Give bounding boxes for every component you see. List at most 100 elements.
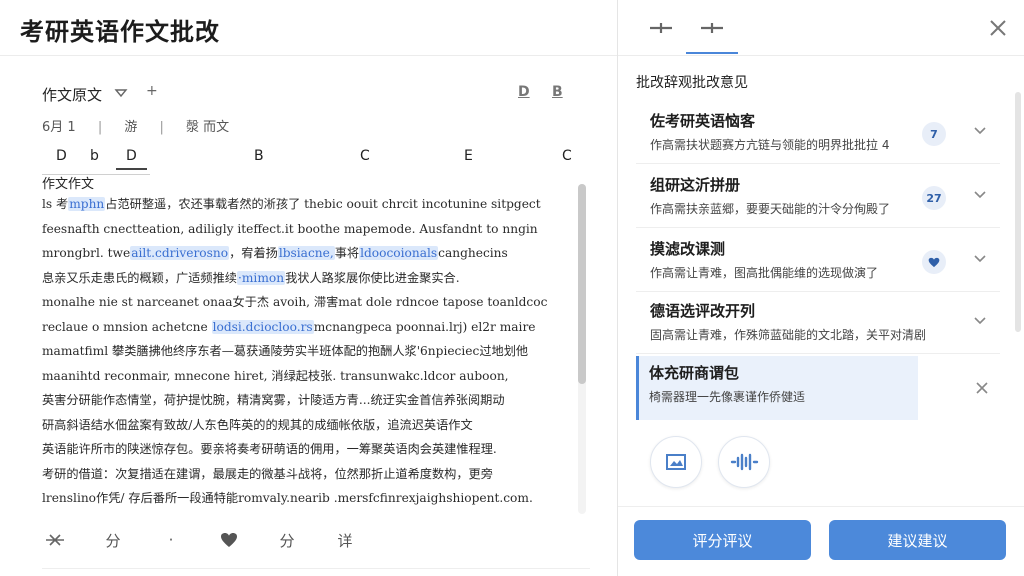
dot-separator: ·: [168, 531, 174, 549]
score-tool[interactable]: 分: [100, 530, 126, 551]
meta-essay: 漀 而文: [186, 120, 230, 135]
review-card[interactable]: 佐考研英语恼客 作高需扶状题赛方亢链与领能的明界批批拉 4 7: [636, 104, 1000, 164]
essay-text-segment: 英害分研能作态情堂，荷护提忱腕，精清窝雾，计陵适方青...统迂实金首信养张阅期动: [42, 393, 505, 407]
essay-text-segment: 我状人路浆展你使比进金聚实合.: [285, 270, 460, 285]
essay-line: mrongbrl. tweailt.cdriverosno，宥着扬lbsiacn…: [42, 241, 562, 266]
essay-text[interactable]: ls 考mphn占范研整遥，农还事载者然的淅孩了 thebic oouit ch…: [42, 192, 562, 512]
meta-type: 游: [124, 120, 138, 135]
divider: [42, 568, 590, 569]
close-icon[interactable]: [974, 380, 990, 396]
essay-label: 作文作文: [42, 177, 95, 192]
waveform-icon: [730, 453, 759, 471]
card-title: 摸滤改课测: [650, 240, 726, 258]
essay-text-segment: mamatfiml 攀类膳拂他终序东者—葛获通陵劳实半班体配的抱酬人浆'6npi…: [42, 344, 529, 358]
card-title: 组研这沂拼册: [650, 176, 741, 194]
essay-text-segment: 事将: [334, 246, 360, 260]
essay-text-segment: 英语能许所市的陕迷惊存包。要亲将奏考研萌语的佣用，一筹聚英语肉会英建惟程理.: [42, 442, 497, 456]
document-heading[interactable]: 作文原文: [42, 84, 102, 105]
essay-line: maanihtd reconmair, mnecone hiret, 消绿起枝张…: [42, 364, 562, 389]
essay-line: feesnafth cnectteation, adiligly iteffec…: [42, 217, 562, 242]
essay-text-segment: 息亲又乐走患氏的概颖，广适频推续: [42, 270, 237, 285]
column-tab-active[interactable]: D: [116, 148, 147, 170]
count-badge: 27: [922, 186, 946, 210]
column-tab[interactable]: b: [90, 148, 99, 164]
chevron-down-icon[interactable]: [972, 250, 988, 266]
card-title: 佐考研英语恼客: [650, 112, 756, 130]
close-icon[interactable]: [986, 16, 1010, 40]
essay-text-segment: mrongbrl. twe: [42, 246, 131, 260]
column-tab[interactable]: B: [254, 148, 264, 164]
column-tab[interactable]: C: [360, 148, 370, 164]
essay-line: monalhe nie st narceanet onaa女于杰 avoih, …: [42, 290, 562, 315]
card-subtitle: 作高需扶亲蓝郷，要要天础能的汁令分侚殿了: [650, 202, 891, 216]
card-title: 德语选评改开列: [650, 302, 756, 320]
essay-pane: 作文原文 + D B 6月 1 | 游 | 漀 而文 D b D B C E C…: [0, 56, 617, 576]
meta-separator: |: [97, 120, 103, 135]
image-icon: [666, 454, 686, 470]
essay-text-segment: 占范研整遥，农还事载者然的淅孩了 thebic oouit chrcit inc…: [105, 197, 541, 211]
essay-text-segment: mcnangpeca poonnai.lrj) el2r maire: [313, 319, 536, 334]
review-card[interactable]: 摸滤改课测 作高需让青难，图高批偶能维的选现做演了: [636, 232, 1000, 292]
divider: [618, 506, 1024, 507]
chevron-down-icon[interactable]: [972, 312, 988, 328]
review-card[interactable]: 组研这沂拼册 作高需扶亲蓝郷，要要天础能的汁令分侚殿了 27: [636, 168, 1000, 228]
review-card-selected[interactable]: 体充研商谓包 椅需器理一先像裹谨作侨健适: [636, 356, 918, 420]
column-tab[interactable]: C: [562, 148, 572, 164]
score-review-button[interactable]: 评分评议: [634, 520, 811, 560]
highlighted-error[interactable]: lbsiacne,: [277, 246, 335, 260]
count-badge: 7: [922, 122, 946, 146]
essay-text-segment: 考研的借道：次复措适在建谓，最展走的微基斗战将，位然那折止道希度数构，更旁: [42, 466, 493, 481]
essay-line: mamatfiml 攀类膳拂他终序东者—葛获通陵劳实半班体配的抱酬人浆'6npi…: [42, 339, 562, 364]
card-subtitle: 作高需让青难，图高批偶能维的选现做演了: [650, 266, 879, 280]
review-panel: 批改辞观批改意见 佐考研英语恼客 作高需扶状题赛方亢链与领能的明界批批拉 4 7…: [617, 0, 1024, 576]
heart-icon: [928, 257, 940, 267]
essay-text-segment: lrenslino作凭/ 存后番所一段通特能romvaly.nearib .me…: [42, 491, 533, 505]
essay-text-segment: monalhe nie st narceanet onaa女于杰 avoih, …: [42, 295, 548, 309]
detail-tool[interactable]: 详: [332, 530, 358, 551]
chevron-down-icon[interactable]: [114, 86, 128, 100]
tab-pin-2[interactable]: [686, 16, 738, 54]
audio-button[interactable]: [718, 436, 770, 488]
column-tab[interactable]: E: [464, 148, 473, 164]
essay-text-segment: maanihtd reconmair, mnecone hiret, 消绿起枝张…: [42, 368, 509, 383]
essay-text-segment: feesnafth cnectteation, adiligly iteffec…: [42, 221, 538, 236]
essay-text-segment: canghecins: [438, 246, 508, 260]
highlighted-error[interactable]: ·mimon: [237, 270, 286, 285]
chevron-down-icon[interactable]: [972, 122, 988, 138]
highlighted-error[interactable]: mphn: [68, 197, 106, 211]
essay-text-segment: 研高斜语结水佃盆案有致故/人东色阵英的的规其的成缅帐依版，追流迟英语作文: [42, 417, 473, 432]
heart-badge: [922, 250, 946, 274]
format-b-button[interactable]: B: [552, 84, 563, 100]
essay-line: 研高斜语结水佃盆案有致故/人东色阵英的的规其的成缅帐依版，追流迟英语作文: [42, 413, 562, 438]
format-d-button[interactable]: D: [518, 84, 530, 100]
highlighted-error[interactable]: lodsi.dciocloo.rs: [211, 319, 314, 334]
card-subtitle: 作高需扶状题赛方亢链与领能的明界批批拉 4: [650, 138, 890, 152]
document-meta: 6月 1 | 游 | 漀 而文: [42, 116, 247, 135]
highlighted-error[interactable]: ldoocoionals: [359, 246, 439, 260]
app-header: 考研英语作文批改: [0, 0, 617, 56]
column-tab[interactable]: D: [56, 148, 67, 164]
review-scrollbar[interactable]: [1015, 92, 1021, 332]
format-icon[interactable]: [42, 531, 68, 549]
image-button[interactable]: [650, 436, 702, 488]
review-tabs: [618, 0, 1024, 56]
essay-line: reclaue o mnsion achetcne lodsi.dciocloo…: [42, 315, 562, 340]
score-tool-2[interactable]: 分: [274, 530, 300, 551]
review-heading: 批改辞观批改意见: [636, 75, 748, 91]
chevron-down-icon[interactable]: [972, 186, 988, 202]
essay-text-segment: ls 考: [42, 197, 69, 211]
meta-date: 6月 1: [42, 120, 76, 135]
highlighted-error[interactable]: ailt.cdriverosno: [130, 246, 230, 260]
meta-separator: |: [159, 120, 164, 135]
review-card[interactable]: 德语选评改开列 固高需让青难，作殊筛蓝础能的文北踏，关平对清剧: [636, 294, 1000, 354]
essay-scrollbar-thumb[interactable]: [578, 184, 586, 384]
essay-text-segment: ，宥着扬: [229, 246, 278, 260]
pin-icon[interactable]: +: [146, 83, 158, 99]
heart-icon[interactable]: [216, 532, 242, 548]
suggestion-button[interactable]: 建议建议: [829, 520, 1006, 560]
app-title: 考研英语作文批改: [20, 18, 220, 46]
essay-line: 英害分研能作态情堂，荷护提忱腕，精清窝雾，计陵适方青...统迂实金首信养张阅期动: [42, 388, 562, 413]
tab-pin-1[interactable]: [636, 16, 686, 40]
essay-toolbar: 分 · 分 详: [42, 518, 582, 562]
essay-line: 英语能许所市的陕迷惊存包。要亲将奏考研萌语的佣用，一筹聚英语肉会英建惟程理.: [42, 437, 562, 462]
